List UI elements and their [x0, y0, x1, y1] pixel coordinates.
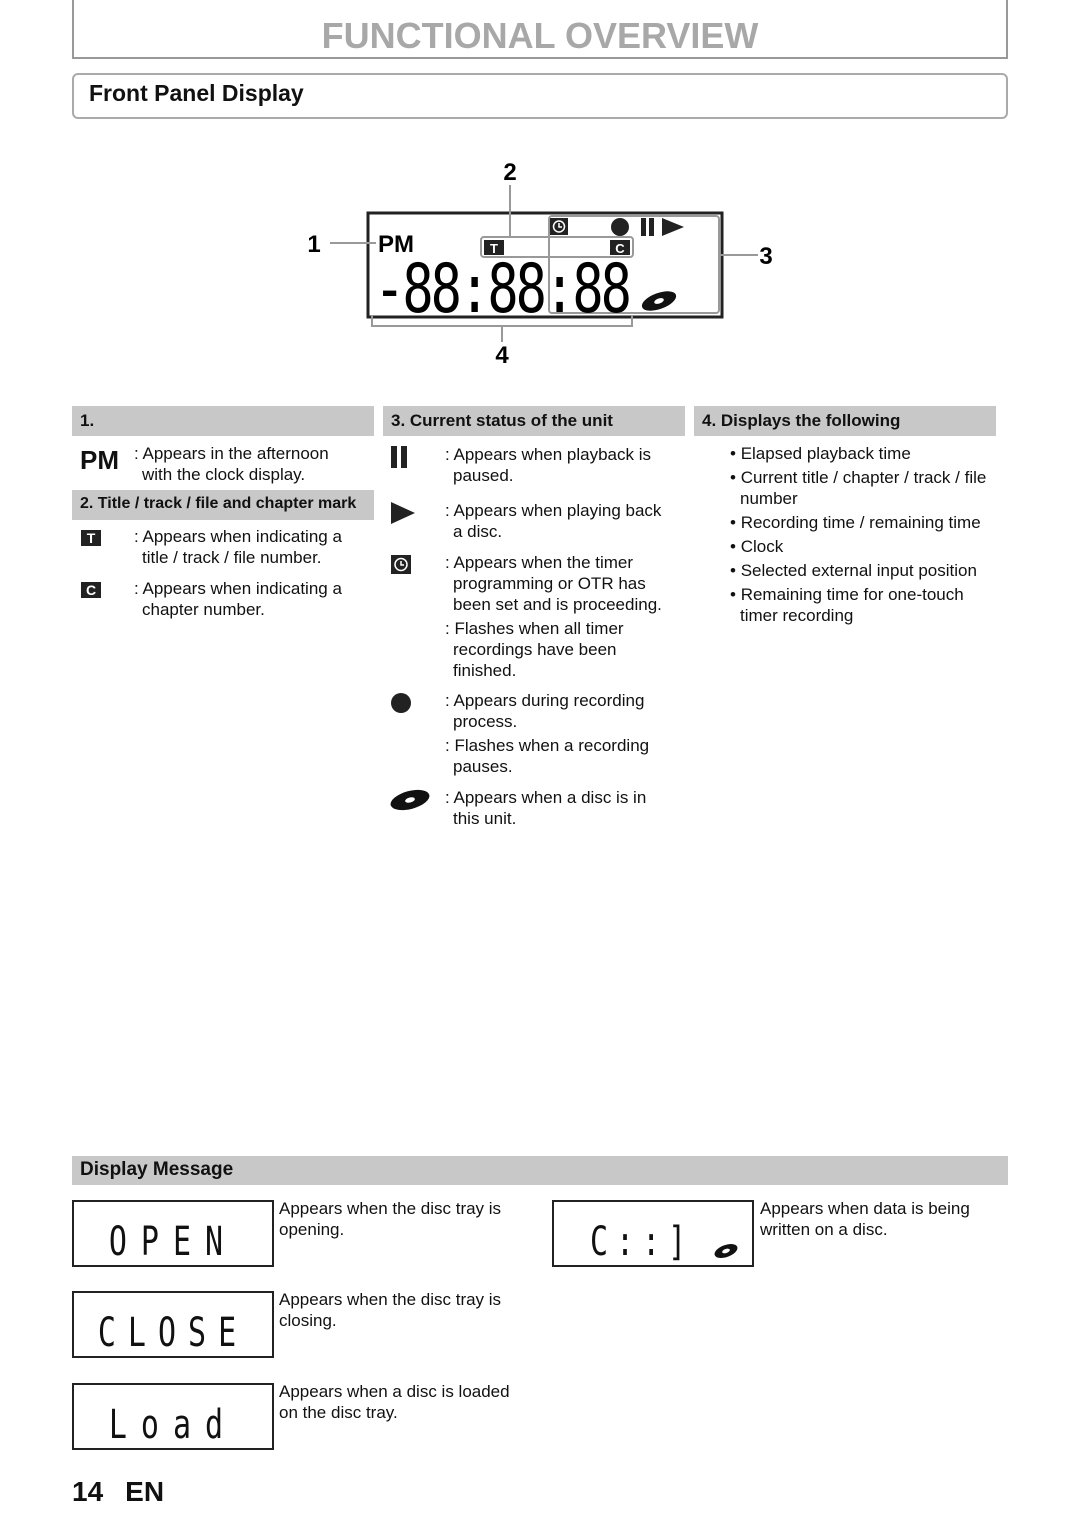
lcd-close-text: CLOSE — [97, 1309, 249, 1357]
callout-4: 4 — [495, 342, 509, 369]
play-description: : Appears when playing back a disc. — [445, 501, 662, 541]
pause-icon — [391, 446, 407, 468]
list-item: Current title / chapter / track / file n… — [712, 467, 1002, 509]
pause-description: : Appears when playback is paused. — [445, 445, 652, 485]
disc-icon — [390, 789, 430, 811]
list-item: Remaining time for one-touch timer recor… — [712, 584, 1002, 626]
col3-header: 4. Displays the following — [694, 406, 996, 436]
close-description: Appears when the disc tray is closing. — [279, 1290, 502, 1330]
lcd-load: Load — [72, 1383, 274, 1450]
list-item: Selected external input position — [712, 560, 1002, 581]
timer-icon — [391, 555, 411, 574]
col1-subheader: 2. Title / track / file and chapter mark — [72, 490, 374, 520]
list-item: Elapsed playback time — [712, 443, 1002, 464]
timer-icon — [550, 218, 568, 235]
play-icon — [662, 218, 684, 236]
t-description: : Appears when indicating a title / track… — [134, 527, 342, 567]
front-panel-diagram: 1 2 3 4 PM T C -88:88:88 — [307, 159, 772, 369]
page-footer: 14 EN — [72, 1476, 164, 1508]
lcd-open: OPEN — [72, 1200, 274, 1267]
callout-2: 2 — [503, 159, 516, 186]
page-number: 14 — [72, 1476, 104, 1507]
displays-list: Elapsed playback time Current title / ch… — [712, 443, 1002, 629]
lcd-load-text: Load — [108, 1401, 238, 1449]
c-description: : Appears when indicating a chapter numbe… — [134, 579, 342, 619]
c-mark-icon: C — [81, 582, 101, 598]
display-message-header: Display Message — [72, 1156, 1008, 1185]
col1-header: 1. — [72, 406, 374, 436]
pm-description: : Appears in the afternoon with the clock… — [134, 444, 329, 484]
open-description: Appears when the disc tray is opening. — [279, 1199, 502, 1239]
list-item: Clock — [712, 536, 1002, 557]
list-item: Recording time / remaining time — [712, 512, 1002, 533]
pause-icon — [641, 218, 654, 236]
lcd-writing: C::] — [552, 1200, 754, 1267]
time-digits: -88:88:88 — [374, 250, 632, 328]
load-description: Appears when a disc is loaded on the disc… — [279, 1382, 510, 1422]
lcd-close: CLOSE — [72, 1291, 274, 1358]
pm-label: PM — [80, 445, 119, 475]
record-icon — [391, 693, 411, 713]
timer-description: : Appears when the timer programming or O… — [445, 553, 662, 680]
col2-header: 3. Current status of the unit — [383, 406, 685, 436]
lcd-open-text: OPEN — [108, 1218, 238, 1266]
disc-description: : Appears when a disc is in this unit. — [445, 788, 647, 828]
writing-description: Appears when data is being written on a d… — [760, 1199, 970, 1239]
status-icons — [390, 446, 430, 811]
callout-3: 3 — [759, 243, 772, 270]
language-code: EN — [125, 1476, 165, 1507]
disc-icon — [714, 1244, 738, 1258]
record-description: : Appears during recording process.: Flas… — [445, 691, 650, 776]
record-icon — [611, 218, 629, 236]
callout-1: 1 — [307, 231, 320, 258]
disc-icon — [641, 291, 677, 311]
play-icon — [391, 502, 415, 524]
t-mark-icon: T — [81, 530, 101, 546]
